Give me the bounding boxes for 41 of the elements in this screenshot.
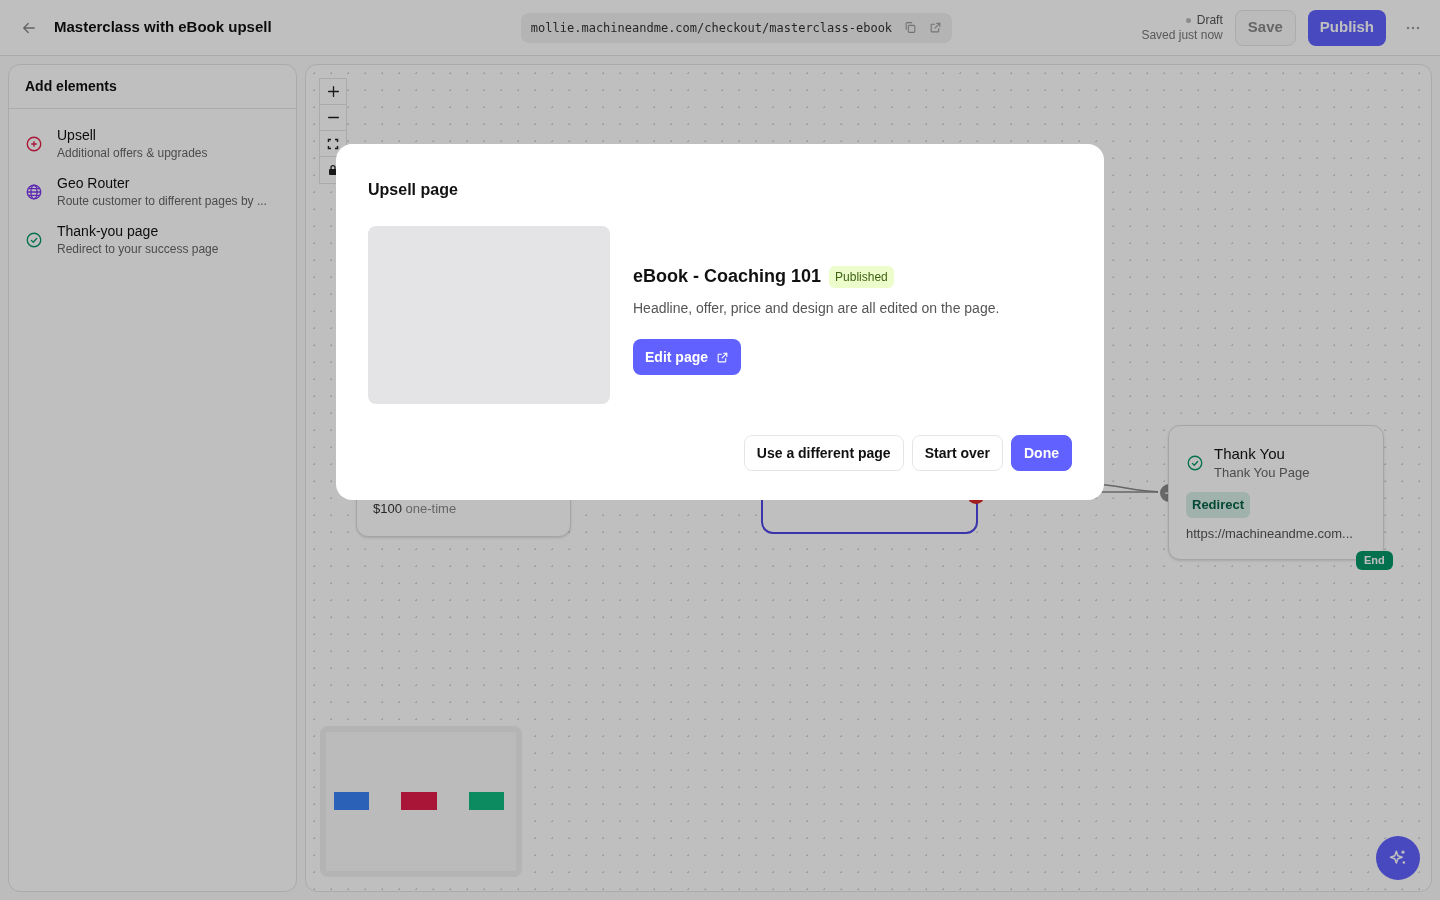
redirect-tag: Redirect xyxy=(1186,492,1251,518)
element-item[interactable]: Geo Router Route customer to different pages by ... xyxy=(25,174,280,210)
external-link-icon xyxy=(716,350,729,364)
element-item[interactable]: Upsell Additional offers & upgrades xyxy=(25,126,280,162)
check-circle-icon xyxy=(25,231,43,249)
publish-button[interactable]: Publish xyxy=(1307,9,1386,46)
dialog-button[interactable]: Use a different page xyxy=(743,435,904,471)
end-badge: End xyxy=(1356,551,1393,570)
plus-circle-icon xyxy=(25,135,43,153)
element-title: Geo Router xyxy=(57,174,131,192)
dialog-button[interactable]: Done xyxy=(1011,435,1072,471)
redirect-url: https://machineandme.com... xyxy=(1186,524,1354,543)
ai-assistant-button[interactable] xyxy=(1376,836,1420,880)
fit-view-icon[interactable] xyxy=(327,137,339,150)
element-title: Upsell xyxy=(57,126,97,144)
page-name: eBook - Coaching 101 xyxy=(633,265,822,288)
more-icon[interactable] xyxy=(1406,25,1420,30)
element-item[interactable]: Thank-you page Redirect to your success page xyxy=(25,222,280,258)
check-circle-icon xyxy=(1186,454,1204,472)
lock-icon[interactable] xyxy=(327,164,339,176)
element-description: Route customer to different pages by ... xyxy=(57,193,267,210)
copy-icon[interactable] xyxy=(904,21,918,34)
element-description: Redirect to your success page xyxy=(57,241,219,258)
url-field: mollie.machineandme.com/checkout/masterclass-ebook xyxy=(520,12,953,43)
sidebar-title: Add elements xyxy=(25,77,117,96)
page-description: Headline, offer, price and design are all edited on the page. xyxy=(633,299,1000,318)
edit-page-button[interactable]: Edit page xyxy=(633,339,741,375)
card-subtitle: Thank You Page xyxy=(1214,464,1310,482)
dialog-button[interactable]: Start over xyxy=(911,435,1003,471)
saved-status: Saved just now xyxy=(1141,27,1223,43)
dialog-title: Upsell page xyxy=(368,180,459,200)
card-title: Thank You xyxy=(1214,444,1286,463)
offer-price: $100 one-time xyxy=(373,499,457,518)
published-badge: Published xyxy=(829,265,894,288)
globe-icon xyxy=(25,183,43,201)
element-title: Thank-you page xyxy=(57,222,160,240)
external-link-icon[interactable] xyxy=(929,21,943,34)
page-title: Masterclass with eBook upsell xyxy=(54,17,272,38)
zoom-in-icon[interactable] xyxy=(326,85,340,98)
draft-status: Draft xyxy=(1196,12,1223,28)
element-description: Additional offers & upgrades xyxy=(57,145,208,162)
